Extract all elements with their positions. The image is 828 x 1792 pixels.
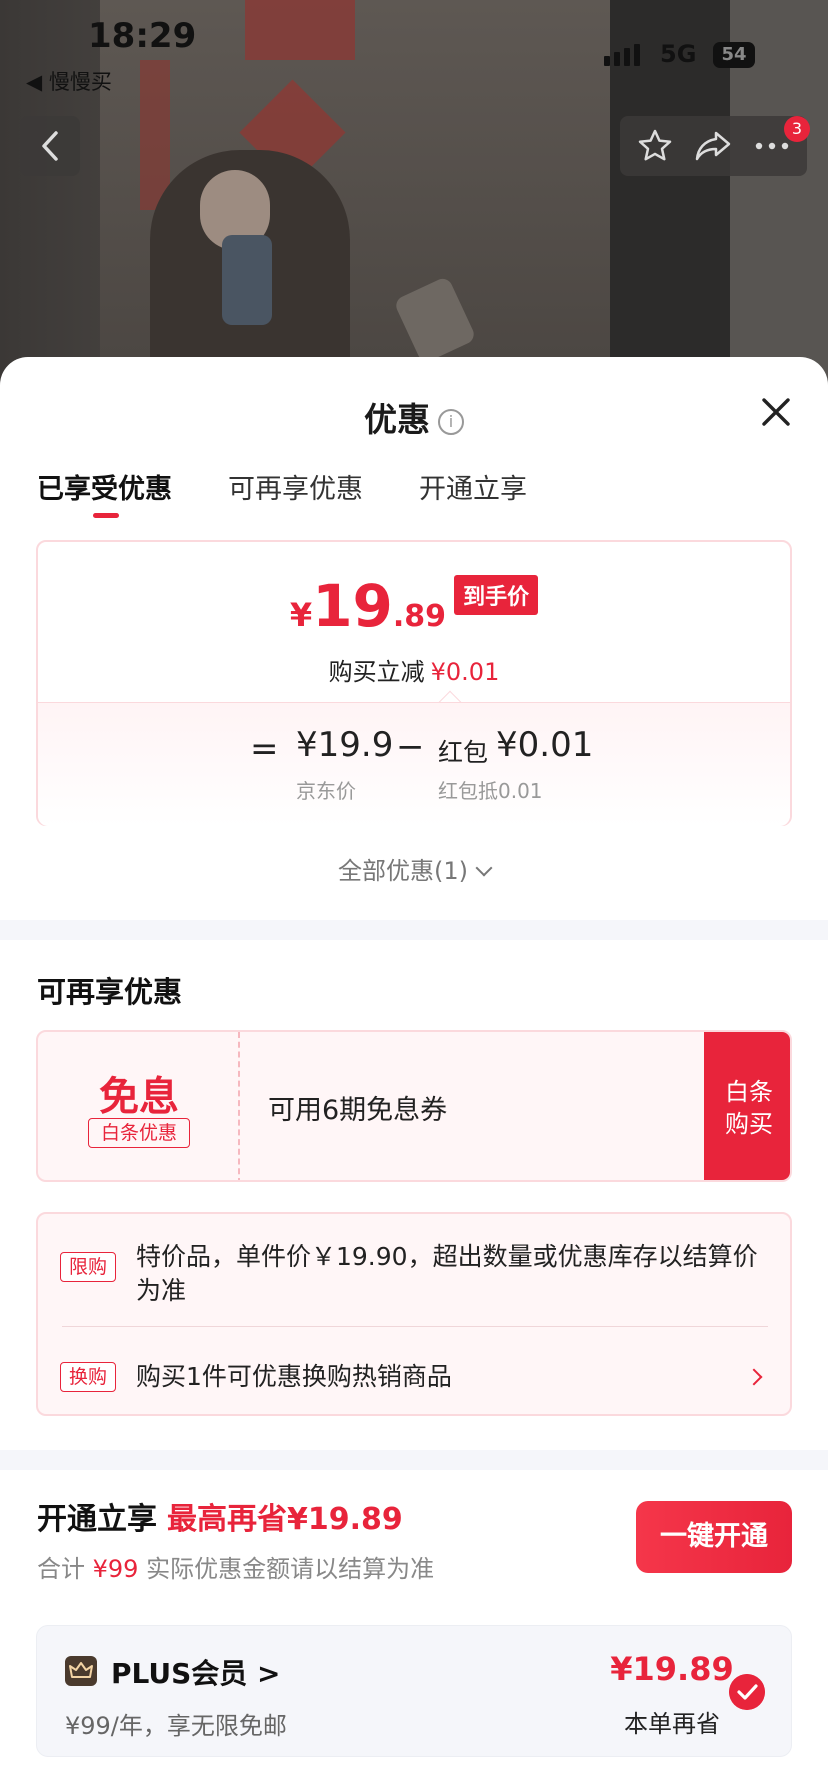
section-divider — [0, 1450, 828, 1470]
notification-badge: 3 — [784, 116, 810, 142]
sheet-title: 优惠 — [364, 400, 430, 439]
chevron-down-icon — [475, 859, 493, 877]
open-enjoy-subtitle: 合计 ¥99 实际优惠金额请以结算为准 — [37, 1549, 434, 1584]
plus-crown-icon — [65, 1656, 97, 1686]
back-button[interactable] — [20, 116, 80, 176]
exchange-text[interactable]: 购买1件可优惠换购热销商品 — [136, 1360, 766, 1394]
section-divider — [0, 920, 828, 940]
minus-sign: − — [396, 727, 425, 767]
price-integer: 19 — [312, 572, 393, 640]
info-icon[interactable]: i — [438, 408, 464, 435]
interest-free-badge-area: 免息 白条优惠 — [38, 1032, 240, 1180]
final-price: ¥19.89到手价 — [38, 572, 790, 640]
total-amount: ¥99 — [92, 1555, 139, 1583]
max-saving: 最高再省¥19.89 — [167, 1502, 403, 1537]
currency-symbol: ¥ — [289, 596, 313, 634]
check-icon[interactable] — [729, 1674, 765, 1710]
price-breakdown-card: ¥19.89到手价 购买立减 ¥0.01 = ¥19.9 京东价 − 红包 ¥0.… — [36, 540, 792, 826]
more-icon[interactable] — [754, 141, 790, 151]
product-photo — [0, 0, 828, 400]
tab-more-discounts[interactable]: 可再享优惠 — [228, 467, 363, 506]
redpacket-deduction: 红包抵0.01 — [438, 779, 543, 803]
final-price-area: ¥19.89到手价 购买立减 ¥0.01 — [38, 542, 790, 702]
instant-reduction: 购买立减 ¥0.01 — [38, 652, 790, 687]
reduction-value: ¥0.01 — [430, 658, 500, 686]
discount-tabs: 已享受优惠 可再享优惠 开通立享 — [37, 467, 583, 518]
chevron-left-icon — [42, 131, 58, 161]
exchange-tag: 换购 — [60, 1362, 116, 1392]
sheet-header: 优惠 i — [0, 393, 828, 441]
baitiao-buy-line1: 白条 — [725, 1078, 773, 1106]
discount-sheet: 优惠 i 已享受优惠 可再享优惠 开通立享 ¥19.89到手价 购买立减 ¥0.01… — [0, 357, 828, 1792]
plus-member-card[interactable]: PLUS会员 > ¥99/年，享无限免邮 ¥19.89 本单再省 — [36, 1625, 792, 1757]
final-price-badge: 到手价 — [454, 575, 539, 615]
interest-free-card: 免息 白条优惠 可用6期免息券 白条 购买 — [36, 1030, 792, 1182]
equals-sign: = — [250, 729, 279, 769]
limit-text: 特价品，单件价￥19.90，超出数量或优惠库存以结算价为准 — [136, 1242, 758, 1305]
baitiao-buy-button[interactable]: 白条 购买 — [704, 1032, 790, 1180]
top-actions — [620, 116, 807, 176]
close-icon[interactable] — [756, 392, 796, 432]
tab-enjoyed[interactable]: 已享受优惠 — [37, 467, 172, 518]
limits-divider — [62, 1326, 768, 1327]
redpacket-label: 红包 — [438, 738, 489, 767]
status-time: 18:29 — [88, 16, 197, 56]
open-enjoy-label: 开通立享 — [37, 1502, 157, 1537]
star-icon[interactable] — [637, 128, 673, 164]
baitiao-discount-tag: 白条优惠 — [88, 1118, 190, 1148]
back-to-app-link[interactable]: ◀ 慢慢买 — [26, 66, 112, 96]
total-label: 合计 — [37, 1555, 85, 1583]
battery-icon: 54 — [713, 42, 755, 68]
plus-saving-label: 本单再省 — [624, 1710, 720, 1738]
all-discounts-toggle[interactable]: 全部优惠(1) — [0, 851, 828, 886]
baitiao-buy-line2: 购买 — [725, 1110, 773, 1138]
plus-member-desc: ¥99/年，享无限免邮 — [65, 1712, 287, 1740]
signal-icon — [604, 44, 640, 66]
price-formula: = ¥19.9 京东价 − 红包 ¥0.01 红包抵0.01 — [38, 702, 790, 826]
tab-open-enjoy[interactable]: 开通立享 — [419, 467, 527, 506]
more-discounts-title: 可再享优惠 — [37, 975, 183, 1009]
plus-saving-price: ¥19.89 — [610, 1650, 734, 1688]
reduction-label: 购买立减 — [328, 658, 425, 686]
one-click-open-button[interactable]: 一键开通 — [636, 1501, 792, 1573]
network-type: 5G — [660, 40, 697, 68]
interest-free-desc: 可用6期免息券 — [268, 1095, 448, 1126]
plus-member-link[interactable]: PLUS会员 > — [111, 1652, 280, 1692]
redpacket-value: ¥0.01 — [496, 725, 594, 765]
all-discounts-label: 全部优惠(1) — [338, 857, 468, 885]
jd-price-label: 京东价 — [296, 779, 356, 803]
photo-decoration — [245, 0, 355, 60]
price-decimal: .89 — [392, 599, 447, 634]
open-enjoy-title: 开通立享 最高再省¥19.89 — [37, 1494, 403, 1538]
photo-phone — [222, 235, 272, 325]
share-icon[interactable] — [694, 128, 732, 164]
limit-tag: 限购 — [60, 1252, 116, 1282]
purchase-limits-card: 限购 特价品，单件价￥19.90，超出数量或优惠库存以结算价为准 换购 购买1件… — [36, 1212, 792, 1416]
interest-free-title: 免息 — [99, 1074, 179, 1120]
jd-price: ¥19.9 — [296, 725, 394, 765]
settlement-note: 实际优惠金额请以结算为准 — [146, 1555, 435, 1583]
